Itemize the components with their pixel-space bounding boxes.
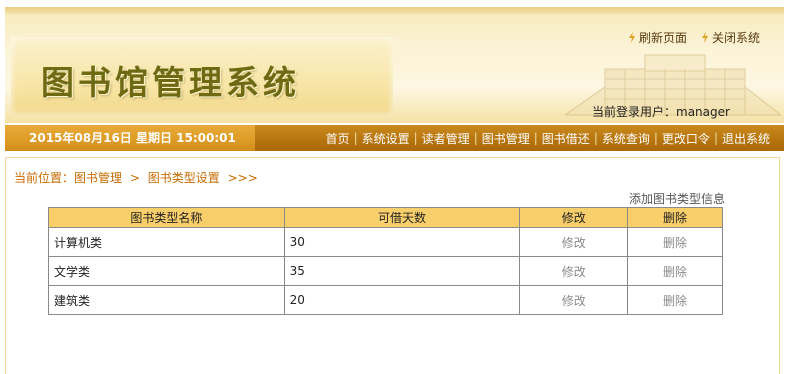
nav-bar: 2015年08月16日 星期日 15:00:01 首页 | 系统设置 | 读者管… — [5, 125, 784, 151]
nav-separator: | — [653, 131, 658, 145]
type-name-cell: 计算机类 — [48, 227, 285, 257]
breadcrumb-item-book-type-settings[interactable]: 图书类型设置 — [148, 171, 220, 185]
nav-item-borrow-return[interactable]: 图书借还 — [542, 130, 590, 147]
nav-separator: | — [713, 131, 718, 145]
edit-cell: 修改 — [519, 285, 629, 315]
header-banner: 图书馆管理系统 刷新页面 关闭系统 当前登录用户：manager — [5, 7, 784, 123]
column-header-edit: 修改 — [519, 207, 629, 228]
breadcrumb-suffix: >>> — [227, 171, 258, 185]
nav-separator: | — [413, 131, 418, 145]
breadcrumb-separator: > — [129, 171, 140, 185]
edit-link[interactable]: 修改 — [562, 236, 586, 250]
lightning-icon — [628, 32, 635, 43]
nav-separator: | — [533, 131, 538, 145]
login-user: 当前登录用户：manager — [592, 105, 730, 119]
refresh-page-link[interactable]: 刷新页面 — [628, 29, 687, 46]
lightning-icon — [701, 32, 708, 43]
close-system-label: 关闭系统 — [711, 31, 760, 45]
nav-separator: | — [473, 131, 478, 145]
table-row: 计算机类 30 修改 删除 — [48, 227, 723, 257]
close-system-link[interactable]: 关闭系统 — [701, 29, 760, 46]
nav-separator: | — [353, 131, 358, 145]
delete-cell: 删除 — [627, 256, 723, 286]
column-header-type-name: 图书类型名称 — [48, 207, 285, 228]
delete-link[interactable]: 删除 — [663, 265, 687, 279]
nav-item-change-password[interactable]: 更改口令 — [662, 130, 710, 147]
type-name-cell: 建筑类 — [48, 285, 285, 315]
nav-menu: 首页 | 系统设置 | 读者管理 | 图书管理 | 图书借还 | 系统查询 | … — [326, 125, 770, 151]
delete-link[interactable]: 删除 — [663, 294, 687, 308]
nav-separator: | — [593, 131, 598, 145]
edit-link[interactable]: 修改 — [562, 265, 586, 279]
delete-cell: 删除 — [627, 227, 723, 257]
loan-days-cell: 35 — [283, 256, 521, 286]
nav-item-system-query[interactable]: 系统查询 — [602, 130, 650, 147]
breadcrumb: 当前位置：图书管理 > 图书类型设置 >>> — [14, 169, 262, 186]
edit-link[interactable]: 修改 — [562, 294, 586, 308]
loan-days-cell: 20 — [283, 285, 521, 315]
nav-item-reader-management[interactable]: 读者管理 — [422, 130, 470, 147]
breadcrumb-prefix: 当前位置： — [14, 171, 75, 185]
add-book-type-link[interactable]: 添加图书类型信息 — [629, 190, 725, 207]
top-links: 刷新页面 关闭系统 — [628, 29, 760, 46]
nav-item-home[interactable]: 首页 — [326, 130, 350, 147]
delete-link[interactable]: 删除 — [663, 236, 687, 250]
app-title: 图书馆管理系统 — [41, 63, 300, 102]
breadcrumb-item-book-management[interactable]: 图书管理 — [74, 171, 122, 185]
table-row: 建筑类 20 修改 删除 — [48, 285, 723, 315]
edit-cell: 修改 — [519, 227, 629, 257]
table-row: 文学类 35 修改 删除 — [48, 256, 723, 286]
nav-item-system-settings[interactable]: 系统设置 — [362, 130, 410, 147]
table-header-row: 图书类型名称 可借天数 修改 删除 — [48, 207, 723, 228]
nav-item-logout[interactable]: 退出系统 — [722, 130, 770, 147]
nav-item-book-management[interactable]: 图书管理 — [482, 130, 530, 147]
column-header-delete: 删除 — [627, 207, 723, 228]
type-name-cell: 文学类 — [48, 256, 285, 286]
delete-cell: 删除 — [627, 285, 723, 315]
main-content: 当前位置：图书管理 > 图书类型设置 >>> 添加图书类型信息 图书类型名称 可… — [5, 157, 780, 374]
refresh-page-label: 刷新页面 — [638, 31, 687, 45]
loan-days-cell: 30 — [283, 227, 521, 257]
column-header-loan-days: 可借天数 — [283, 207, 521, 228]
book-type-table: 图书类型名称 可借天数 修改 删除 计算机类 30 修改 删除 文学类 35 修… — [48, 207, 723, 315]
datetime-display: 2015年08月16日 星期日 15:00:01 — [5, 125, 255, 151]
edit-cell: 修改 — [519, 256, 629, 286]
